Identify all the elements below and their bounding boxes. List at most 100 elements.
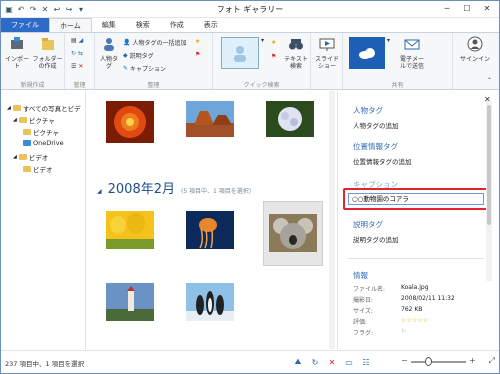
people-filter-tile[interactable]	[221, 37, 259, 69]
photo-thumbnail-flower[interactable]	[106, 101, 154, 143]
import-label: インポート	[4, 56, 29, 70]
rating-button[interactable]: ★	[195, 38, 200, 45]
details-icon[interactable]: ☷	[361, 358, 371, 367]
photo-thumbnail-desert[interactable]	[186, 101, 234, 137]
ribbon-tabs: ファイル ホーム 編集 検索 作成 表示	[1, 18, 499, 32]
title-bar: ▣ ↶ ↷ ✕ ↩ ↪ ▾ フォト ギャラリー ─ ☐ ✕	[1, 1, 499, 18]
videos-subfolder-icon	[23, 166, 31, 172]
group-organize: 人物タグ 👤 人物タグの一括追加 ◆ 説明タグ ✎ キャプション ★ ⚑ 整理	[95, 33, 213, 91]
share-chevron-icon: ▾	[387, 37, 391, 44]
manage-delete-button[interactable]: ☰ ✕	[71, 63, 83, 70]
zoom-in-icon[interactable]: +	[469, 356, 476, 365]
navigation-pane: ◢ すべての写真とビデ ◢ ピクチャ ピクチャ OneDrive ◢ ビデオ ビ…	[1, 91, 86, 349]
date-group-header[interactable]: ◢ 2008年2月 (5 項目中、1 項目を選択)	[97, 178, 251, 197]
user-icon	[457, 36, 493, 54]
window-title: フォト ギャラリー	[216, 5, 284, 14]
onedrive-tile[interactable]	[349, 37, 385, 69]
geo-tag-add[interactable]: 位置情報タグの追加	[353, 156, 412, 166]
collapse-arrow-icon: ◢	[97, 188, 102, 195]
photo-thumbnail-tulips[interactable]	[106, 211, 154, 249]
tab-view[interactable]: 表示	[194, 18, 228, 32]
people-batch-label: 人物タグの一括追加	[132, 40, 187, 47]
descriptive-tag-button[interactable]: ◆ 説明タグ	[123, 51, 154, 60]
text-search-button[interactable]: テキスト検索	[283, 36, 309, 70]
photo-grid: ◢ 2008年2月 (5 項目中、1 項目を選択)	[87, 91, 325, 349]
tab-home[interactable]: ホーム	[49, 18, 92, 32]
pane-scrollbar-thumb[interactable]	[487, 105, 491, 225]
nav-item-label: ビデオ	[33, 166, 53, 174]
tab-search[interactable]: 検索	[126, 18, 160, 32]
minimize-button[interactable]: ─	[437, 2, 457, 15]
group-organize-label: 整理	[147, 82, 160, 89]
ribbon: インポート フォルダーの作成 新規作成 ▤◢ ↻⇆ ☰✕ 管理 人物タグ	[1, 32, 499, 91]
import-button[interactable]: インポート	[4, 36, 30, 70]
nav-item-label: ピクチャ	[33, 129, 59, 137]
nav-item-all-photos[interactable]: ◢ すべての写真とビデ	[7, 103, 81, 113]
view-icon[interactable]: ▭	[344, 358, 354, 367]
tab-file[interactable]: ファイル	[1, 18, 49, 32]
info-pane: ✕ 人物タグ 人物タグの追加 位置情報タグ 位置情報タグの追加 キャプション ○…	[337, 91, 492, 349]
nav-item-pictures-sub[interactable]: ピクチャ	[23, 127, 59, 137]
flag-button[interactable]: ⚑	[195, 51, 200, 58]
rotate-icon[interactable]: ↻	[310, 358, 320, 367]
people-batch-button[interactable]: 👤 人物タグの一括追加	[123, 38, 187, 47]
tab-create[interactable]: 作成	[160, 18, 194, 32]
filter-star-icon: ★	[271, 39, 277, 46]
caption-button[interactable]: ✎ キャプション	[123, 64, 166, 73]
rating-stars[interactable]: ☆☆☆☆☆	[401, 317, 428, 326]
binoculars-icon	[283, 36, 309, 54]
ribbon-collapse-button[interactable]: ⌃	[487, 77, 492, 84]
photo-thumbnail-jellyfish[interactable]	[186, 211, 234, 249]
people-tag-add[interactable]: 人物タグの追加	[353, 120, 399, 130]
window-controls: ─ ☐ ✕	[437, 2, 497, 15]
zoom-slider[interactable]: − +	[401, 356, 476, 366]
fullscreen-icon[interactable]: ⤢	[489, 356, 495, 366]
photo-thumbnail-penguins[interactable]	[186, 283, 234, 321]
signin-label: サインイン	[459, 56, 490, 63]
photo-thumbnail-koala-selected[interactable]	[263, 201, 323, 266]
properties-button[interactable]: ▤ ◢	[71, 37, 83, 44]
chevron-down-icon: ▾	[261, 37, 265, 44]
flag-toggle[interactable]: ⚐	[401, 328, 406, 337]
desc-tag-heading: 説明タグ	[353, 220, 383, 229]
delete-icon[interactable]: ✕	[327, 358, 337, 367]
nav-item-label: ピクチャ	[28, 117, 55, 125]
people-tag-button[interactable]: 人物タグ	[98, 36, 120, 70]
nav-item-videos-sub[interactable]: ビデオ	[23, 164, 53, 174]
nav-item-pictures[interactable]: ◢ ピクチャ	[13, 115, 55, 125]
add-folder-label: フォルダーの作成	[32, 56, 63, 70]
zoom-out-icon[interactable]: −	[401, 356, 408, 365]
people-tag-label: 人物タグ	[99, 56, 118, 70]
nav-item-videos[interactable]: ◢ ビデオ	[13, 152, 48, 162]
rotate-button[interactable]: ↻ ⇆	[71, 50, 83, 57]
caret-up-icon: ⌃	[487, 77, 493, 84]
pictures-subfolder-icon	[23, 129, 31, 135]
close-button[interactable]: ✕	[477, 2, 497, 15]
photo-thumbnail-hydrangea[interactable]	[266, 101, 314, 137]
people-tag-heading: 人物タグ	[353, 106, 383, 115]
content-scrollbar[interactable]	[329, 91, 335, 349]
nav-item-onedrive[interactable]: OneDrive	[23, 139, 64, 147]
tag-people-icon[interactable]: ⛰	[293, 357, 303, 367]
expand-arrow-icon: ◢	[13, 154, 17, 160]
info-key: サイズ:	[353, 308, 373, 315]
zoom-knob[interactable]	[425, 357, 432, 366]
desc-tag-add[interactable]: 説明タグの追加	[353, 234, 399, 244]
videos-folder-icon	[18, 154, 27, 160]
add-folder-button[interactable]: フォルダーの作成	[32, 36, 63, 70]
share-scroll[interactable]: ▾	[387, 37, 390, 44]
tab-edit[interactable]: 編集	[92, 18, 126, 32]
filter-flag-button[interactable]: ⚑	[271, 53, 276, 60]
geo-tag-heading: 位置情報タグ	[353, 142, 398, 151]
star-icon: ★	[195, 38, 201, 45]
group-share-label: 共有	[391, 82, 404, 89]
quickfind-scroll[interactable]: ▾	[261, 37, 264, 44]
zoom-track[interactable]	[411, 361, 466, 363]
photo-thumbnail-lighthouse[interactable]	[106, 283, 154, 321]
maximize-button[interactable]: ☐	[457, 2, 477, 15]
slideshow-button[interactable]: スライドショー	[313, 36, 341, 70]
email-button[interactable]: 電子メールで送信	[399, 36, 425, 70]
filter-star-button[interactable]: ★	[271, 39, 276, 46]
descriptive-tag-label: 説明タグ	[129, 53, 154, 60]
signin-button[interactable]: サインイン	[457, 36, 493, 63]
